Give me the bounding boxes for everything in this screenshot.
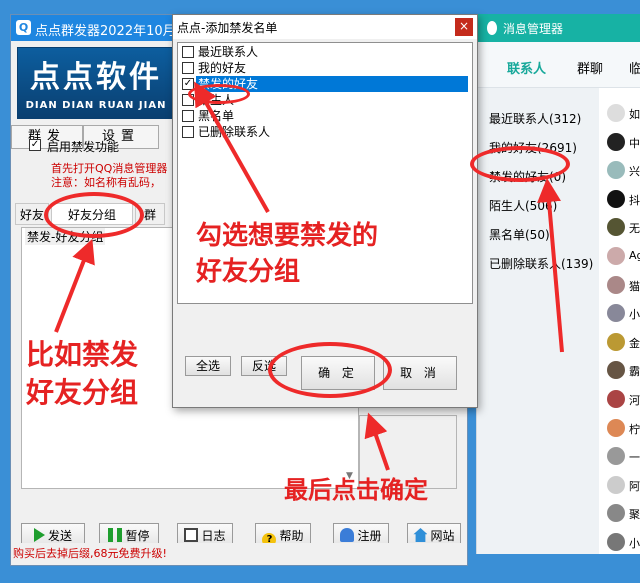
checklist-item[interactable]: 最近联系人 [180,44,472,60]
mm-title: 消息管理器 [503,22,564,36]
checkbox[interactable] [182,126,194,138]
home-icon [413,528,428,542]
friend-name: 霸 [629,365,640,379]
annotation-example: 比如禁发 好友分组 [26,338,139,409]
friend-row[interactable]: 柠 [607,418,640,439]
logo: 点点软件 DIAN DIAN RUAN JIAN [17,47,173,119]
avatar [607,390,625,408]
select-all-button[interactable]: 全选 [185,356,231,376]
highlight-ring-checkbox [188,84,250,104]
avatar [607,104,625,122]
friend-row[interactable]: 无 [607,218,640,238]
friend-name: 河 [629,394,640,407]
friend-row[interactable]: 霸 [607,361,640,381]
tab-contacts[interactable]: 联系人 [507,58,546,77]
avatar [607,304,625,323]
avatar [607,418,625,437]
qq-penguin-icon [487,21,497,35]
tab-temp[interactable]: 临 [629,58,640,77]
friend-row[interactable]: 小 [607,533,640,553]
play-icon [33,528,45,542]
friend-row[interactable]: 小 [607,304,640,324]
group-recent[interactable]: 最近联系人(312) [489,110,581,127]
avatar [607,247,625,265]
friend-name: 猫 [629,279,640,293]
avatar [607,361,625,380]
friend-name: Ag [629,249,640,262]
note-line-2: 注意：如名称有乱码， [51,176,161,189]
group-strangers[interactable]: 陌生人(506) [489,197,557,214]
enable-block-checkbox[interactable]: ✓ [29,139,41,151]
checkbox[interactable] [182,46,194,58]
friend-name: 如 [629,108,640,121]
cancel-button[interactable]: 取 消 [383,356,457,390]
friend-name: 无 [629,222,640,236]
avatar [607,447,625,466]
app-icon: Q [16,20,31,35]
friend-row[interactable]: 中 [607,132,640,153]
friend-name: 小 [629,537,640,550]
checklist-item[interactable]: 已删除联系人 [180,124,472,140]
checkbox[interactable] [182,110,194,122]
friend-name: 小 [629,308,640,322]
highlight-ring-ok [268,342,392,398]
enable-block-label: 启用禁发功能 [47,140,120,154]
friend-row[interactable]: 抖 [607,189,640,210]
friend-name: 兴 [629,165,640,179]
avatar [607,161,625,180]
avatar [607,533,625,551]
logo-text: 点点软件 [30,60,162,95]
message-manager-window: 消息管理器 联系人 群聊 临 最近联系人(312) 我的好友(2691) 禁发的… [476,14,640,554]
avatar [607,332,625,351]
avatar [607,475,625,494]
mm-tabs: 联系人 群聊 临 [477,42,640,88]
group-deleted[interactable]: 已删除联系人(139) [489,255,593,272]
status-bar: 购买后去掉后缀,68元免费升级! [11,543,467,565]
avatar [607,132,625,151]
friend-row[interactable]: 如 [607,104,640,124]
friend-row[interactable]: 猫 [607,275,640,296]
checklist-item[interactable]: 黑名单 [180,108,472,124]
annotation-check-group: 勾选想要禁发的 好友分组 [196,221,379,287]
tab-group-chats[interactable]: 群聊 [577,58,603,77]
friend-row[interactable]: Ag [607,247,640,267]
friend-row[interactable]: 金 [607,332,640,353]
friend-name: 聚 [629,508,640,522]
pause-icon [108,528,123,542]
friend-row[interactable]: 阿 [607,475,640,496]
friend-row[interactable]: 河 [607,390,640,410]
friend-name: 柠 [629,422,640,436]
friend-list: 如中兴抖无Ag猫小金霸河柠一阿聚小 [599,88,640,554]
close-button[interactable]: × [455,18,473,36]
highlight-ring-subtab [44,192,144,238]
checklist-item[interactable]: 我的好友 [180,60,472,76]
dialog-title-bar: 点点-添加禁发名单 × [173,15,477,39]
avatar [607,189,625,208]
logo-subtext: DIAN DIAN RUAN JIAN [25,100,167,111]
friend-name: 一 [629,451,640,465]
friend-row[interactable]: 聚 [607,504,640,524]
mm-title-bar: 消息管理器 [477,14,640,42]
annotation-confirm: 最后点击确定 [284,476,428,504]
friend-name: 阿 [629,479,640,493]
user-icon [340,528,355,542]
dialog-title: 点点-添加禁发名单 [177,21,278,35]
checkbox[interactable] [182,62,194,74]
friend-name: 中 [629,136,640,150]
friend-row[interactable]: 一 [607,447,640,467]
friend-name: 金 [629,336,640,350]
group-blacklist[interactable]: 黑名单(50) [489,226,550,243]
main-title: 点点群发器2022年10月0 [35,24,175,39]
highlight-ring-group [470,146,570,182]
avatar [607,275,625,294]
avatar [607,504,625,523]
friend-row[interactable]: 兴 [607,161,640,181]
log-icon [184,528,199,542]
avatar [607,218,625,237]
friend-name: 抖 [629,193,640,207]
